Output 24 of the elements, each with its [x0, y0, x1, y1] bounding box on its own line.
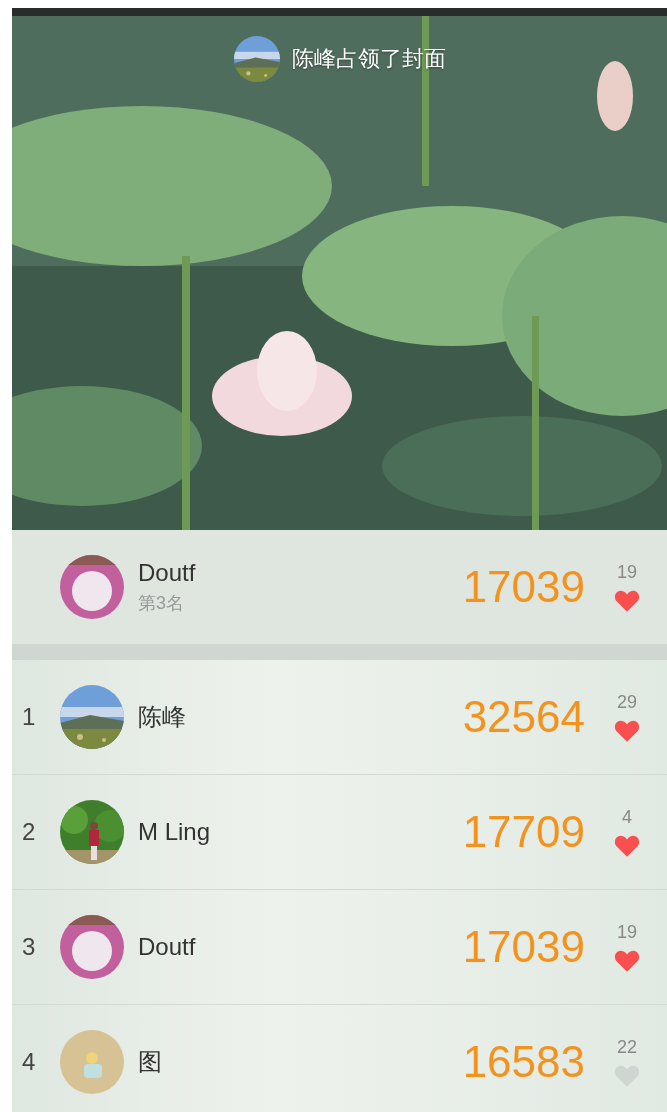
heart-icon[interactable] — [614, 833, 640, 858]
rank-number: 2 — [21, 818, 37, 846]
rank-number: 3 — [21, 933, 37, 961]
step-count: 17709 — [462, 807, 585, 857]
like-count: 19 — [617, 561, 637, 583]
like-count: 22 — [617, 1036, 637, 1058]
rank-number: 4 — [21, 1048, 37, 1076]
like-count: 29 — [617, 691, 637, 713]
step-count: 32564 — [462, 692, 585, 742]
step-count: 17039 — [462, 562, 585, 612]
user-name: M Ling — [138, 818, 212, 846]
rank-label: 第3名 — [138, 592, 185, 615]
heart-icon[interactable] — [614, 718, 640, 743]
heart-icon[interactable] — [614, 948, 640, 973]
user-name: 陈峰 — [138, 702, 187, 732]
user-name: Doutf — [138, 559, 197, 587]
heart-icon[interactable] — [614, 588, 640, 613]
like-count: 19 — [617, 921, 637, 943]
step-count: 16583 — [462, 1037, 585, 1087]
step-count: 17039 — [462, 922, 585, 972]
user-name: 图 — [138, 1047, 163, 1077]
rank-number: 1 — [21, 703, 37, 731]
user-name: Doutf — [138, 933, 197, 961]
like-count: 4 — [622, 806, 632, 828]
